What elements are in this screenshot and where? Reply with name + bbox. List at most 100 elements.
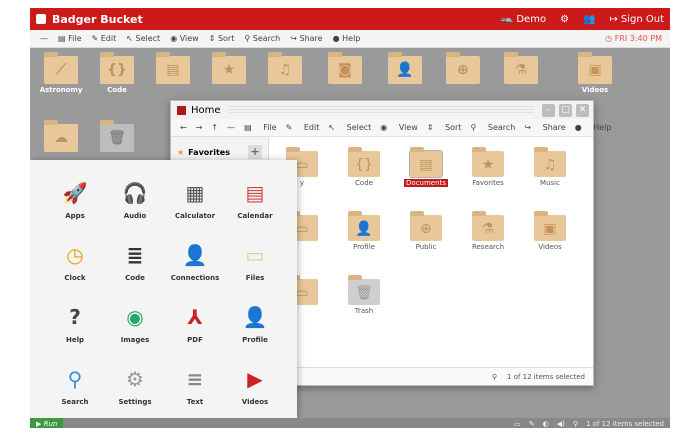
sign-out-button[interactable]: ↦ Sign Out xyxy=(609,14,664,25)
desktop-icon-public[interactable]: ⊕ xyxy=(438,52,488,86)
users-search-icon[interactable]: 👥 xyxy=(583,14,595,25)
app-calendar[interactable]: ▤ Calendar xyxy=(226,178,284,220)
globe-icon: ⊕ xyxy=(457,62,469,78)
tool-help[interactable]: ● Help xyxy=(575,123,612,132)
app-help[interactable]: ? Help xyxy=(46,302,104,344)
badger-icon: 🦡 xyxy=(500,13,514,25)
app-apps[interactable]: 🚀 Apps xyxy=(46,178,104,220)
menu-select[interactable]: ↖ Select xyxy=(126,34,160,43)
status-text: 1 of 12 items selected xyxy=(585,420,664,428)
file-item-research[interactable]: ⚗ Research xyxy=(459,211,517,251)
minimize-dash-icon[interactable]: — xyxy=(40,34,48,43)
desktop-icon-astronomy[interactable]: ⟋ Astronomy xyxy=(36,52,86,94)
calculator-icon: ▦ xyxy=(185,181,205,205)
app-clock[interactable]: ◷ Clock xyxy=(46,240,104,282)
desktop-icon-videos[interactable]: ▣ Videos xyxy=(570,52,620,94)
pencil-icon[interactable]: ✎ xyxy=(529,420,535,428)
app-profile[interactable]: 👤 Profile xyxy=(226,302,284,344)
app-search[interactable]: ⚲ Search xyxy=(46,364,104,406)
add-favorite-button[interactable]: + xyxy=(248,145,262,159)
trash-icon: 🗑 xyxy=(355,285,373,301)
file-item-documents[interactable]: ▤ Documents xyxy=(397,147,455,187)
window-title: Home xyxy=(191,104,221,116)
desktop-icon-profile[interactable]: 👤 xyxy=(380,52,430,86)
menu-edit[interactable]: ✎ Edit xyxy=(92,34,117,43)
window-content: ▭ y {} Code ▤ Documents ★ Favorites ♫ Music ▭… xyxy=(271,137,593,369)
app-connections[interactable]: 👤 Connections xyxy=(166,240,224,282)
camera-icon: ◉ xyxy=(126,305,144,329)
monitor-icon[interactable]: ▭ xyxy=(514,420,521,428)
desktop-icon-music[interactable]: ♫ xyxy=(260,52,310,86)
flask-icon: ⚗ xyxy=(481,221,495,237)
bucket-logo-icon xyxy=(36,14,46,24)
forward-arrow-icon[interactable]: → xyxy=(196,123,203,132)
run-arrow-icon: ▶ xyxy=(36,420,44,428)
volume-icon[interactable]: ◀) xyxy=(557,420,565,428)
desktop-icon-favorites[interactable]: ★ xyxy=(204,52,254,86)
file-item-videos[interactable]: ▣ Videos xyxy=(521,211,579,251)
desktop-icon-pictures[interactable]: ◙ xyxy=(320,52,370,86)
window-toolbar: ← → ↑ — ▤ File ✎ Edit ↖ Select ◉ View ⇕ … xyxy=(171,119,611,137)
flask-icon: ⚗ xyxy=(514,62,528,78)
menu-share[interactable]: ↪ Share xyxy=(290,34,322,43)
contrast-icon[interactable]: ◐ xyxy=(543,420,549,428)
dash-icon[interactable]: — xyxy=(227,123,235,132)
minimize-button[interactable]: – xyxy=(542,103,555,117)
user-menu[interactable]: 🦡 Demo xyxy=(501,14,546,25)
run-button[interactable]: ▶ Run xyxy=(30,418,64,428)
file-item-code[interactable]: {} Code xyxy=(335,147,393,187)
window-titlebar[interactable]: Home – □ ✕ xyxy=(171,101,593,119)
file-item-profile[interactable]: 👤 Profile xyxy=(335,211,393,251)
tool-select[interactable]: ↖ Select xyxy=(328,123,371,132)
file-item-favorites[interactable]: ★ Favorites xyxy=(459,147,517,187)
app-audio[interactable]: 🎧 Audio xyxy=(106,178,164,220)
app-images[interactable]: ◉ Images xyxy=(106,302,164,344)
app-settings[interactable]: ⚙ Settings xyxy=(106,364,164,406)
app-videos[interactable]: ▶ Videos xyxy=(226,364,284,406)
back-arrow-icon[interactable]: ← xyxy=(180,123,187,132)
desktop-icon-research[interactable]: ⚗ xyxy=(496,52,546,86)
telescope-icon: ⟋ xyxy=(56,62,66,78)
user-name: Demo xyxy=(516,13,547,25)
file-item-trash[interactable]: 🗑 Trash xyxy=(335,275,393,315)
up-arrow-icon[interactable]: ↑ xyxy=(211,123,218,132)
tool-search[interactable]: ⚲ Search xyxy=(470,123,515,132)
file-item-music[interactable]: ♫ Music xyxy=(521,147,579,187)
clock-icon: ◷ xyxy=(66,243,84,267)
headphones-icon: 🎧 xyxy=(122,181,148,205)
tool-file[interactable]: ▤ File xyxy=(244,123,277,132)
app-files[interactable]: ▭ Files xyxy=(226,240,284,282)
app-pdf[interactable]: ⅄ PDF xyxy=(166,302,224,344)
app-calculator[interactable]: ▦ Calculator xyxy=(166,178,224,220)
tool-share[interactable]: ↪ Share xyxy=(524,123,565,132)
tool-view[interactable]: ◉ View xyxy=(380,123,418,132)
desktop-icon-cloud[interactable]: ☁ xyxy=(36,120,86,154)
maximize-button[interactable]: □ xyxy=(559,103,572,117)
desktop-icon-trash[interactable]: 🗑 xyxy=(92,120,142,154)
settings-gear-icon[interactable]: ⚙ xyxy=(560,14,569,25)
search-icon[interactable]: ⚲ xyxy=(573,420,578,428)
menu-sort[interactable]: ⇕ Sort xyxy=(209,34,235,43)
star-icon: ★ xyxy=(177,147,185,157)
sign-out-icon: ↦ xyxy=(609,13,618,25)
desktop-icon-documents[interactable]: ▤ xyxy=(148,52,198,86)
menu-search[interactable]: ⚲ Search xyxy=(244,34,280,43)
calendar-icon: ▤ xyxy=(245,181,265,205)
app-brand[interactable]: Badger Bucket xyxy=(30,13,143,26)
app-title: Badger Bucket xyxy=(52,12,143,26)
desktop-icon-code[interactable]: {} Code xyxy=(92,52,142,94)
rocket-icon: 🚀 xyxy=(62,181,88,205)
menu-view[interactable]: ◉ View xyxy=(170,34,199,43)
app-code[interactable]: ≣ Code xyxy=(106,240,164,282)
close-button[interactable]: ✕ xyxy=(576,103,589,117)
search-icon[interactable]: ⚲ xyxy=(492,373,497,381)
tool-edit[interactable]: ✎ Edit xyxy=(286,123,320,132)
tool-sort[interactable]: ⇕ Sort xyxy=(427,123,462,132)
magnifier-icon: ⚲ xyxy=(67,367,83,391)
menu-help[interactable]: ● Help xyxy=(333,34,361,43)
clock: ◷ FRI 3:40 PM xyxy=(605,34,662,43)
menu-file[interactable]: ▤ File xyxy=(58,34,82,43)
app-text[interactable]: ≡ Text xyxy=(166,364,224,406)
person-icon: 👤 xyxy=(396,62,414,78)
file-item-public[interactable]: ⊕ Public xyxy=(397,211,455,251)
